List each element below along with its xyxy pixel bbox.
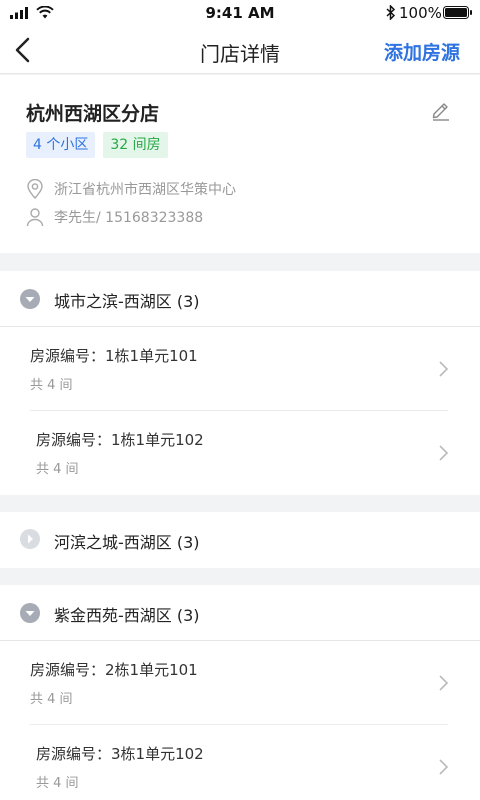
contact-row: 李先生/ 15168323388: [26, 206, 203, 228]
community-title: 紫金西苑-西湖区 (3): [54, 606, 200, 625]
store-address: 浙江省杭州市西湖区华策中心: [54, 182, 236, 198]
room-count: 共 4 间: [36, 462, 79, 477]
room-count-badge: 32 间房: [103, 132, 168, 158]
collapse-toggle-icon[interactable]: [20, 289, 40, 309]
person-icon: [26, 208, 44, 227]
battery-icon: [443, 6, 472, 19]
expand-toggle-icon[interactable]: [20, 529, 40, 549]
add-listing-button[interactable]: 添加房源: [384, 38, 460, 65]
room-list-item[interactable]: 房源编号：3栋1单元102 共 4 间: [0, 725, 480, 800]
community-header[interactable]: 城市之滨-西湖区 (3): [0, 271, 480, 327]
community-count-badge: 4 个小区: [26, 132, 96, 158]
community-header[interactable]: 紫金西苑-西湖区 (3): [0, 585, 480, 641]
community-header[interactable]: 河滨之城-西湖区 (3): [0, 512, 480, 568]
address-row: 浙江省杭州市西湖区华策中心: [26, 178, 236, 200]
room-code: 房源编号：1栋1单元102: [36, 431, 204, 449]
room-code: 房源编号：2栋1单元101: [30, 661, 198, 679]
store-tags: 4 个小区 32 间房: [26, 132, 168, 158]
room-count: 共 4 间: [36, 776, 79, 791]
community-title: 城市之滨-西湖区 (3): [54, 292, 200, 311]
room-code: 房源编号：3栋1单元102: [36, 745, 204, 763]
room-count: 共 4 间: [30, 692, 73, 707]
edit-pencil-icon[interactable]: [430, 99, 452, 121]
nav-bar: 门店详情 添加房源: [0, 26, 480, 74]
chevron-right-icon: [439, 361, 449, 377]
chevron-right-icon: [439, 445, 449, 461]
chevron-right-icon: [439, 675, 449, 691]
store-name: 杭州西湖区分店: [26, 103, 160, 125]
room-list-item[interactable]: 房源编号：2栋1单元101 共 4 间: [0, 641, 480, 725]
chevron-right-icon: [439, 759, 449, 775]
battery-percent: 100%: [399, 4, 442, 22]
bluetooth-icon: [386, 5, 396, 20]
room-list-item[interactable]: 房源编号：1栋1单元101 共 4 间: [0, 327, 480, 411]
store-info-card: 杭州西湖区分店 4 个小区 32 间房 浙江省杭州市西湖区华策中心 李先生/ 1…: [0, 75, 480, 253]
room-count: 共 4 间: [30, 378, 73, 393]
room-code: 房源编号：1栋1单元101: [30, 347, 198, 365]
store-contact: 李先生/ 15168323388: [54, 210, 204, 226]
collapse-toggle-icon[interactable]: [20, 603, 40, 623]
location-pin-icon: [27, 179, 43, 199]
community-title: 河滨之城-西湖区 (3): [54, 533, 200, 552]
status-bar: 9:41 AM 100%: [0, 0, 480, 26]
room-list-item[interactable]: 房源编号：1栋1单元102 共 4 间: [0, 411, 480, 495]
